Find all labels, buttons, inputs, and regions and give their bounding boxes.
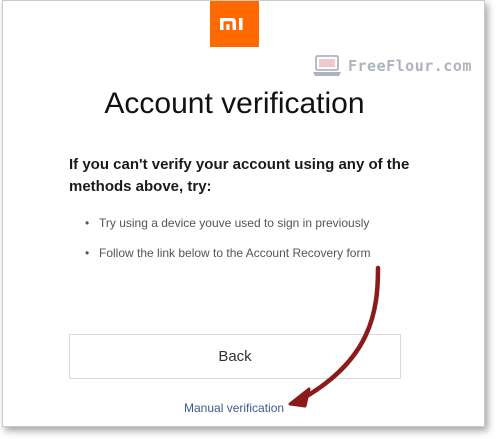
bullet-icon: • xyxy=(85,246,90,260)
intro-text: If you can't verify your account using a… xyxy=(69,156,410,195)
page-title: Account verification xyxy=(104,87,365,120)
dialog-frame: FreeFlour.com Account verification If yo… xyxy=(2,0,485,427)
suggestion-list: • Try using a device youve used to sign … xyxy=(85,213,385,273)
laptop-icon xyxy=(313,55,341,76)
list-item: • Try using a device youve used to sign … xyxy=(85,213,385,233)
mi-logo-icon xyxy=(210,1,259,47)
manual-verification-link[interactable]: Manual verification xyxy=(184,401,284,415)
watermark-text: FreeFlour.com xyxy=(348,57,472,75)
list-item-text: Try using a device youve used to sign in… xyxy=(99,216,370,230)
watermark: FreeFlour.com xyxy=(312,53,472,79)
list-item-text: Follow the link below to the Account Rec… xyxy=(99,246,371,260)
bullet-icon: • xyxy=(85,216,90,230)
back-button[interactable]: Back xyxy=(69,334,401,379)
list-item: • Follow the link below to the Account R… xyxy=(85,243,385,263)
